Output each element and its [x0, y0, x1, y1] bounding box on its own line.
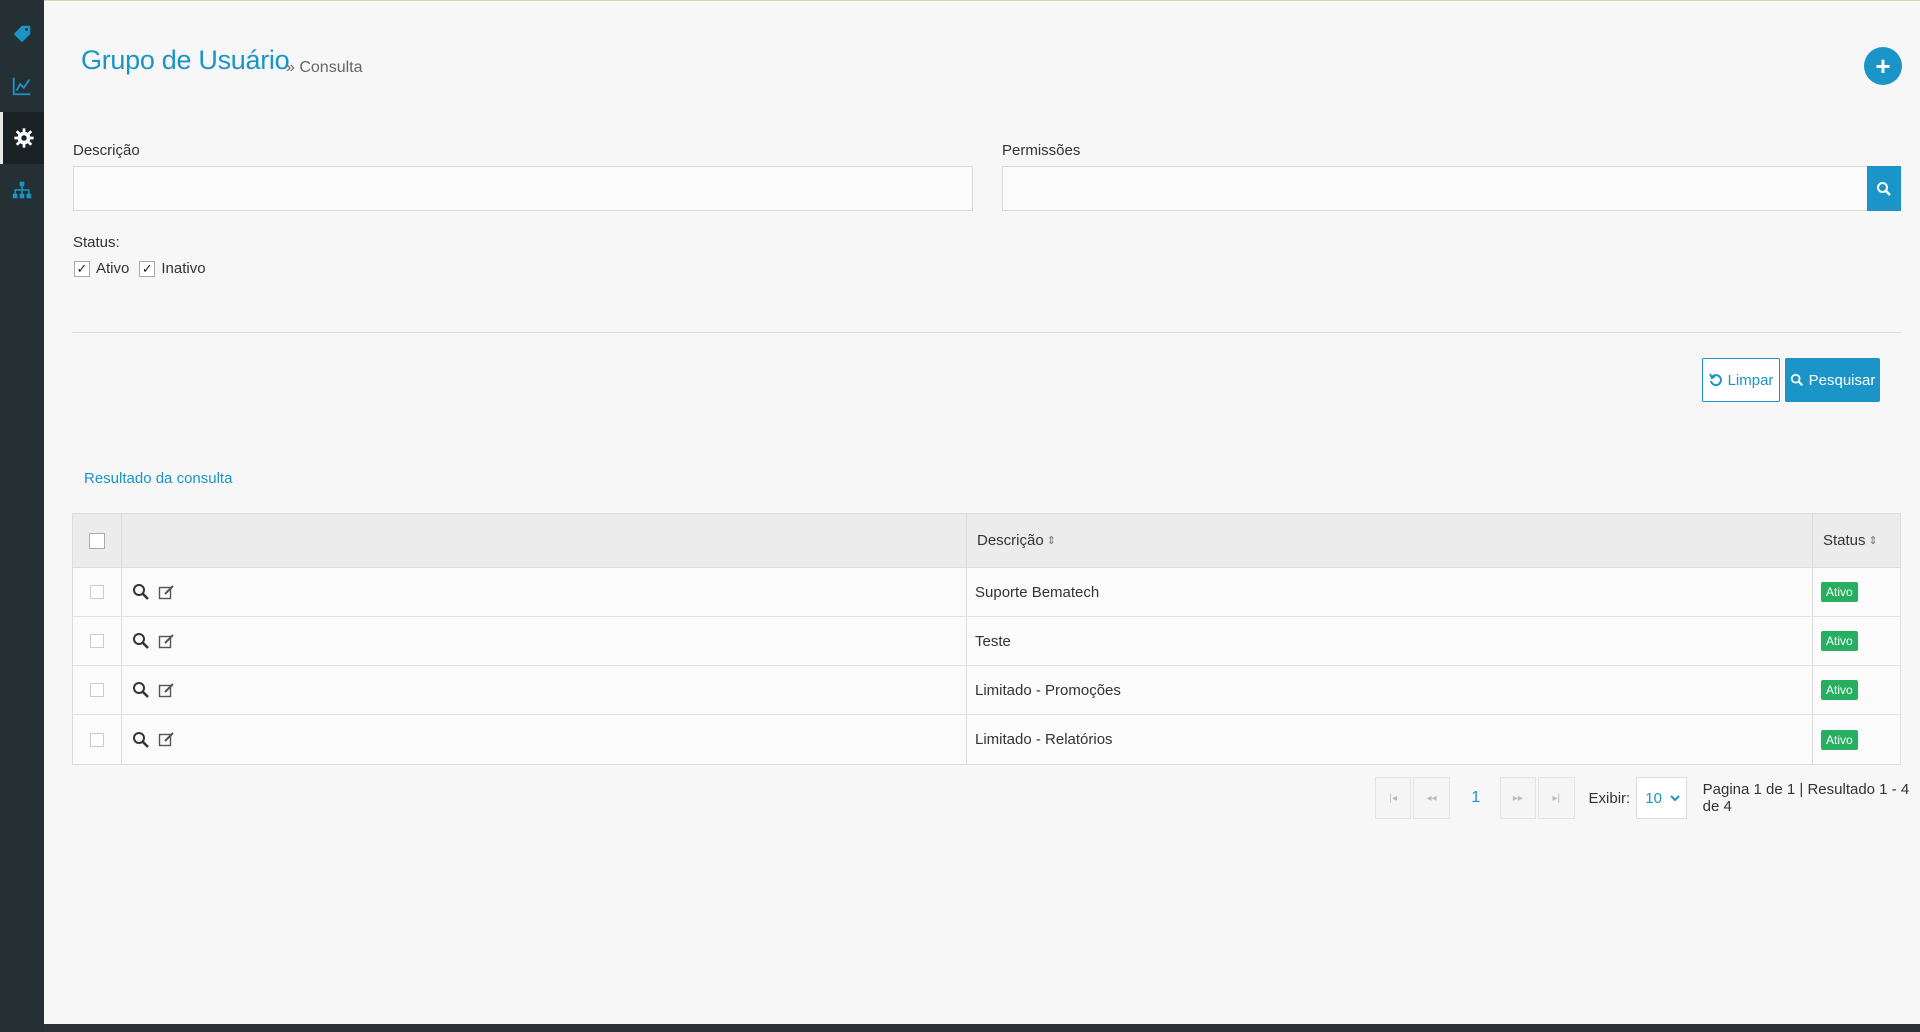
- table-row: Limitado - Promoções Ativo: [73, 666, 1900, 715]
- table-header: Descrição ⇕ Status ⇕: [73, 514, 1900, 568]
- page-title: Grupo de Usuário: [81, 45, 290, 75]
- bottom-bar: [44, 1024, 1920, 1032]
- pesquisar-button[interactable]: Pesquisar: [1785, 358, 1880, 402]
- permissoes-label: Permissões: [1002, 142, 1081, 159]
- row-descricao: Suporte Bematech: [967, 568, 1813, 616]
- search-icon: [1877, 181, 1891, 196]
- pagination-info: Pagina 1 de 1 | Resultado 1 - 4 de 4: [1702, 781, 1910, 815]
- actions-header: [122, 514, 967, 567]
- permissoes-search-button[interactable]: [1867, 166, 1901, 211]
- descricao-column-label: Descrição: [977, 532, 1044, 549]
- row-checkbox[interactable]: [90, 634, 104, 648]
- status-badge: Ativo: [1821, 582, 1858, 602]
- row-descricao: Limitado - Promoções: [967, 666, 1813, 714]
- exibir-label: Exibir:: [1588, 789, 1631, 807]
- permissoes-input[interactable]: [1002, 166, 1868, 211]
- table-row: Teste Ativo: [73, 617, 1900, 666]
- status-options: ✓ Ativo ✓ Inativo: [74, 260, 212, 277]
- table-row: Suporte Bematech Ativo: [73, 568, 1900, 617]
- status-ativo-label: Ativo: [96, 260, 130, 277]
- status-badge: Ativo: [1821, 680, 1858, 700]
- status-inativo-label: Inativo: [161, 260, 206, 277]
- status-ativo-checkbox[interactable]: ✓: [74, 260, 90, 277]
- page-number[interactable]: 1: [1456, 777, 1496, 819]
- sidebar-item-tags[interactable]: [0, 8, 44, 60]
- descricao-input[interactable]: [73, 166, 973, 211]
- divider: [72, 332, 1901, 333]
- last-page-button[interactable]: ▸|: [1538, 777, 1575, 819]
- row-checkbox[interactable]: [90, 585, 104, 599]
- sitemap-icon: [12, 181, 32, 199]
- edit-icon[interactable]: [158, 731, 175, 748]
- breadcrumb: » Consulta: [286, 59, 363, 76]
- row-descricao: Limitado - Relatórios: [967, 715, 1813, 764]
- pagination: |◂ ◂◂ 1 ▸▸ ▸| Exibir: 10 Pagina 1 de 1 |…: [1375, 777, 1920, 819]
- tag-icon: [13, 25, 31, 43]
- add-button[interactable]: +: [1864, 47, 1902, 85]
- view-icon[interactable]: [132, 681, 150, 699]
- sidebar-item-hierarchy[interactable]: [0, 164, 44, 216]
- pesquisar-label: Pesquisar: [1808, 371, 1876, 389]
- results-title: Resultado da consulta: [84, 470, 233, 487]
- plus-icon: +: [1875, 50, 1891, 81]
- status-column-label: Status: [1823, 532, 1866, 549]
- chart-line-icon: [12, 77, 31, 96]
- edit-icon[interactable]: [158, 633, 175, 650]
- search-icon: [1790, 373, 1803, 386]
- page-size-value: 10: [1645, 789, 1662, 807]
- view-icon[interactable]: [132, 632, 150, 650]
- view-icon[interactable]: [132, 583, 150, 601]
- prev-page-button[interactable]: ◂◂: [1413, 777, 1450, 819]
- row-checkbox[interactable]: [90, 683, 104, 697]
- limpar-label: Limpar: [1727, 371, 1774, 389]
- next-page-icon: ▸▸: [1512, 792, 1523, 804]
- first-page-button[interactable]: |◂: [1375, 777, 1412, 819]
- row-descricao: Teste: [967, 617, 1813, 665]
- main-content: Grupo de Usuário » Consulta + Descrição …: [44, 0, 1920, 1024]
- limpar-button[interactable]: Limpar: [1702, 358, 1780, 402]
- page-size-select[interactable]: 10: [1636, 777, 1687, 819]
- sidebar-item-settings[interactable]: [0, 112, 44, 164]
- sort-icon: ⇕: [1868, 535, 1878, 547]
- last-page-icon: ▸|: [1552, 792, 1561, 804]
- results-table: Descrição ⇕ Status ⇕ Suporte Bematech At…: [72, 513, 1901, 765]
- row-checkbox[interactable]: [90, 732, 104, 747]
- sidebar: [0, 0, 44, 1032]
- status-inativo-checkbox[interactable]: ✓: [139, 260, 156, 277]
- status-badge: Ativo: [1821, 729, 1858, 750]
- next-page-button[interactable]: ▸▸: [1499, 777, 1537, 819]
- status-label: Status:: [73, 234, 120, 251]
- prev-page-icon: ◂◂: [1426, 792, 1437, 804]
- chevron-down-icon: [1669, 795, 1680, 802]
- sidebar-item-reports[interactable]: [0, 60, 44, 112]
- select-all-checkbox[interactable]: [89, 532, 105, 549]
- descricao-column-header[interactable]: Descrição ⇕: [967, 514, 1813, 567]
- descricao-label: Descrição: [73, 142, 140, 159]
- status-column-header[interactable]: Status ⇕: [1813, 514, 1900, 567]
- view-icon[interactable]: [132, 731, 150, 749]
- gear-icon: [13, 128, 34, 148]
- edit-icon[interactable]: [158, 584, 175, 601]
- undo-icon: [1708, 373, 1722, 387]
- sort-icon: ⇕: [1046, 535, 1056, 547]
- table-row: Limitado - Relatórios Ativo: [73, 715, 1900, 764]
- first-page-icon: |◂: [1389, 792, 1398, 804]
- edit-icon[interactable]: [158, 682, 175, 699]
- status-badge: Ativo: [1821, 631, 1858, 651]
